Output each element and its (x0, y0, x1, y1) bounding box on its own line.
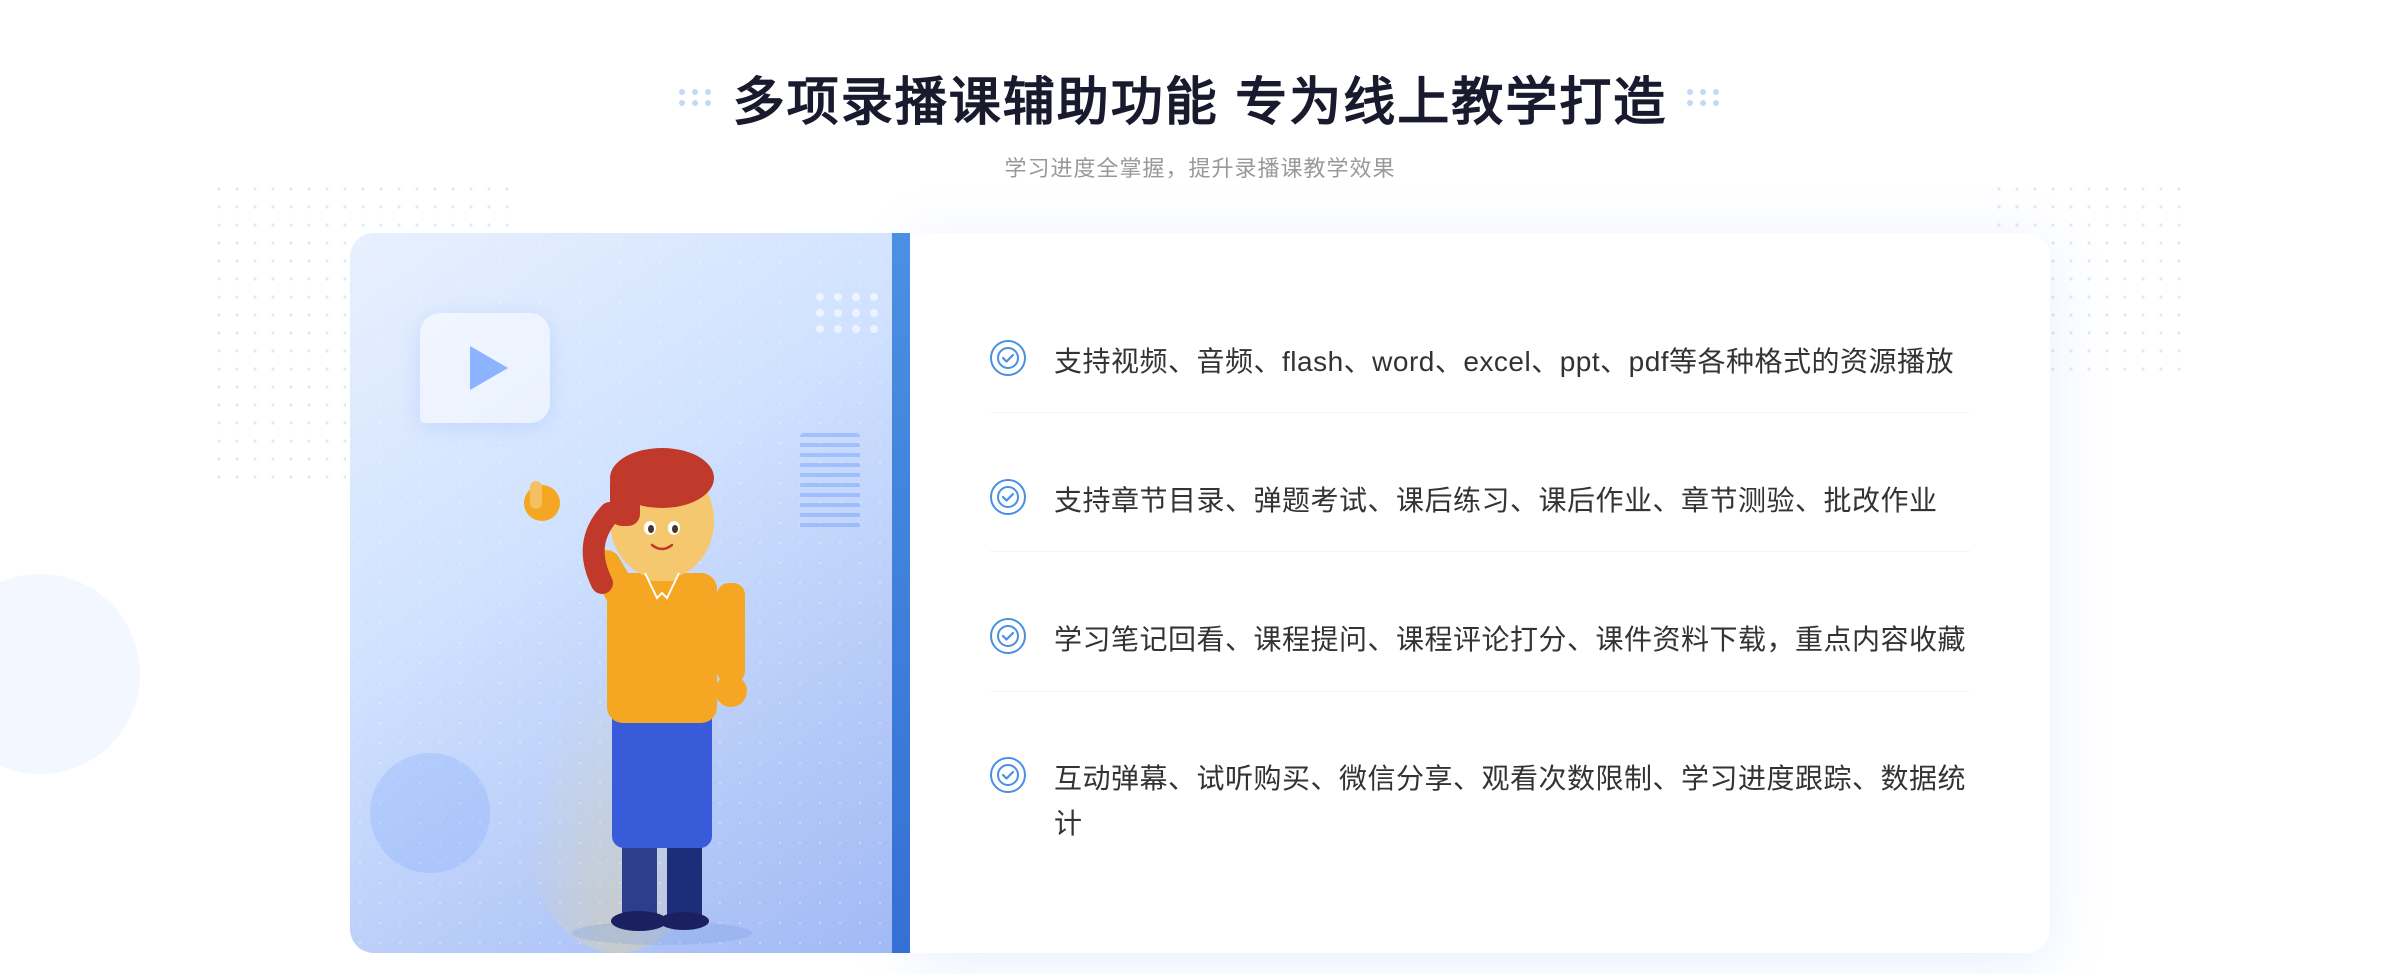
left-dots-decoration (679, 89, 713, 106)
features-panel: 支持视频、音频、flash、word、excel、ppt、pdf等各种格式的资源… (910, 233, 2050, 953)
feature-text-1: 支持视频、音频、flash、word、excel、ppt、pdf等各种格式的资源… (1054, 340, 1954, 385)
check-icon-1 (990, 340, 1026, 376)
main-title: 多项录播课辅助功能 专为线上教学打造 (733, 60, 1667, 135)
illustration-dots (816, 293, 880, 333)
feature-item-1: 支持视频、音频、flash、word、excel、ppt、pdf等各种格式的资源… (990, 312, 1970, 414)
check-icon-2 (990, 479, 1026, 515)
feature-text-3: 学习笔记回看、课程提问、课程评论打分、课件资料下载，重点内容收藏 (1054, 618, 1966, 663)
check-icon-3 (990, 618, 1026, 654)
page-container: 多项录播课辅助功能 专为线上教学打造 学习进度全掌握，提升录播课教学效果 (0, 0, 2400, 974)
circle-decoration (0, 574, 140, 774)
illustration-panel: » (350, 233, 910, 953)
feature-text-2: 支持章节目录、弹题考试、课后练习、课后作业、章节测验、批改作业 (1054, 479, 1938, 524)
subtitle: 学习进度全掌握，提升录播课教学效果 (679, 151, 1721, 183)
blue-stripe-decoration (892, 233, 910, 953)
feature-item-2: 支持章节目录、弹题考试、课后练习、课后作业、章节测验、批改作业 (990, 451, 1970, 553)
person-figure (502, 373, 822, 953)
content-area: » 支持视频、音频、flash、word、excel、ppt、pdf等各种格式的… (350, 233, 2050, 953)
feature-item-4: 互动弹幕、试听购买、微信分享、观看次数限制、学习进度跟踪、数据统计 (990, 729, 1970, 875)
header-section: 多项录播课辅助功能 专为线上教学打造 学习进度全掌握，提升录播课教学效果 (679, 60, 1721, 183)
check-icon-4 (990, 757, 1026, 793)
title-row: 多项录播课辅助功能 专为线上教学打造 (679, 60, 1721, 135)
circle-deco (370, 753, 490, 873)
right-dots-decoration (1687, 89, 1721, 106)
feature-text-4: 互动弹幕、试听购买、微信分享、观看次数限制、学习进度跟踪、数据统计 (1054, 757, 1970, 847)
feature-item-3: 学习笔记回看、课程提问、课程评论打分、课件资料下载，重点内容收藏 (990, 590, 1970, 692)
